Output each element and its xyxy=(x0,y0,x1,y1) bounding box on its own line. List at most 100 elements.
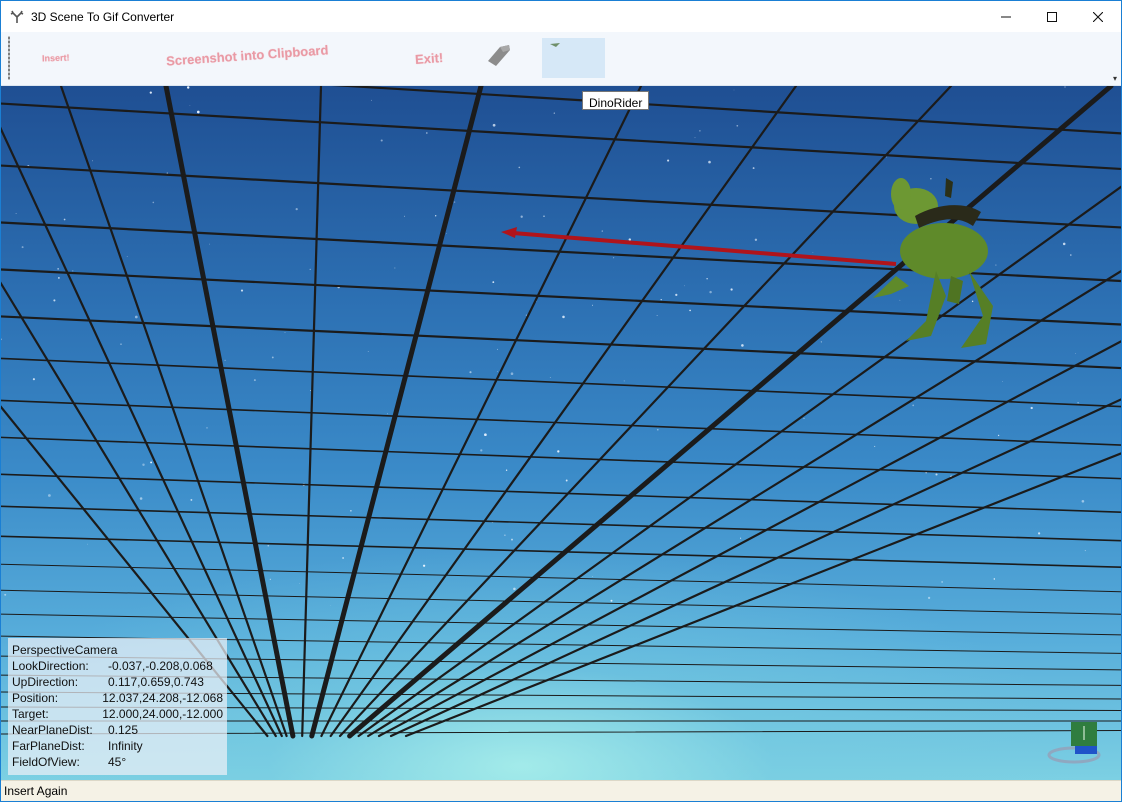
grid-line xyxy=(347,86,1114,739)
insert-button[interactable]: Insert! xyxy=(42,53,70,64)
status-bar: Insert Again xyxy=(1,780,1121,801)
star xyxy=(422,564,426,567)
star xyxy=(518,166,521,169)
minimize-button[interactable] xyxy=(983,1,1029,32)
star xyxy=(505,469,508,471)
star xyxy=(209,243,211,245)
star xyxy=(941,581,943,583)
3d-viewport[interactable]: PerspectiveCamera LookDirection: -0.037,-… xyxy=(1,86,1121,780)
star xyxy=(694,137,696,139)
star xyxy=(1037,532,1041,535)
dinorider-thumbnail-button[interactable] xyxy=(542,38,605,78)
screenshot-button[interactable]: Screenshot into Clipboard xyxy=(166,42,329,68)
camera-info-row: Target: 12.000,24.000,-12.000 xyxy=(12,707,223,721)
grid-line xyxy=(1,436,1121,480)
grid-line xyxy=(389,398,1121,738)
maximize-button[interactable] xyxy=(1029,1,1075,32)
app-window: 3D Scene To Gif Converter Insert! Screen… xyxy=(0,0,1122,802)
grid-line xyxy=(1,315,1121,370)
title-bar[interactable]: 3D Scene To Gif Converter xyxy=(1,1,1121,32)
star xyxy=(752,167,755,170)
star xyxy=(48,494,51,497)
star xyxy=(4,593,7,596)
grid-line xyxy=(357,185,1121,738)
maximize-icon xyxy=(1047,11,1057,22)
star xyxy=(549,377,551,379)
star xyxy=(709,290,712,294)
grid-line xyxy=(320,86,643,738)
star xyxy=(930,178,932,180)
toolbar-overflow-button[interactable]: ▾ xyxy=(1113,74,1117,83)
star xyxy=(240,289,244,292)
camera-info-panel: PerspectiveCamera LookDirection: -0.037,-… xyxy=(8,638,227,775)
star xyxy=(708,160,711,164)
eraser-icon xyxy=(488,45,510,66)
star xyxy=(186,86,190,89)
eraser-button[interactable] xyxy=(485,42,513,68)
star xyxy=(53,299,56,302)
star xyxy=(72,270,74,272)
star xyxy=(995,264,997,266)
camera-info-row: LookDirection: -0.037,-0.208,0.068 xyxy=(12,659,213,673)
star xyxy=(1084,550,1086,552)
close-button[interactable] xyxy=(1075,1,1121,32)
exit-button[interactable]: Exit! xyxy=(415,50,444,67)
star xyxy=(565,479,568,482)
camera-type: PerspectiveCamera xyxy=(12,643,118,657)
star xyxy=(446,233,447,234)
toolbar-grip[interactable] xyxy=(8,36,10,80)
star xyxy=(592,576,593,577)
star xyxy=(1062,242,1066,246)
star xyxy=(971,300,974,303)
grid-line xyxy=(1,563,1121,593)
star xyxy=(520,215,523,218)
star xyxy=(484,433,487,437)
star xyxy=(803,417,805,419)
star xyxy=(812,252,814,253)
star xyxy=(142,463,145,467)
star xyxy=(310,389,311,391)
star xyxy=(492,123,496,127)
star xyxy=(120,343,122,345)
view-cube-icon[interactable] xyxy=(1047,718,1101,764)
star xyxy=(330,604,332,606)
star xyxy=(689,309,691,312)
star xyxy=(820,341,822,343)
star xyxy=(271,356,274,359)
tooltip: DinoRider xyxy=(582,91,650,110)
star xyxy=(513,587,516,591)
star xyxy=(267,544,270,547)
star xyxy=(557,450,560,453)
dino-thumbnail-icon xyxy=(550,43,560,47)
camera-info-row: FarPlaneDist: Infinity xyxy=(12,739,143,753)
star xyxy=(87,543,88,545)
star xyxy=(1081,499,1085,503)
star xyxy=(1064,86,1066,88)
camera-info-row: NearPlaneDist: 0.125 xyxy=(12,723,139,737)
star xyxy=(997,434,1000,437)
grid-line xyxy=(1,399,1121,446)
star xyxy=(425,132,428,134)
star xyxy=(342,557,345,559)
star xyxy=(504,534,506,536)
star xyxy=(387,413,388,415)
window-title: 3D Scene To Gif Converter xyxy=(31,9,175,24)
grid-line xyxy=(404,452,1121,738)
star xyxy=(15,213,17,215)
star xyxy=(367,351,369,352)
star xyxy=(874,445,876,447)
camera-info-row: FieldOfView: 45° xyxy=(12,755,127,769)
grid-line xyxy=(377,340,1121,738)
star xyxy=(656,428,659,431)
star xyxy=(469,371,472,374)
star xyxy=(284,332,286,333)
star xyxy=(57,268,59,270)
star xyxy=(927,596,931,600)
star xyxy=(453,201,456,203)
star xyxy=(380,139,383,142)
star xyxy=(58,277,60,279)
star xyxy=(152,201,155,204)
star xyxy=(741,344,744,347)
star xyxy=(730,288,733,291)
close-icon xyxy=(1093,11,1103,22)
